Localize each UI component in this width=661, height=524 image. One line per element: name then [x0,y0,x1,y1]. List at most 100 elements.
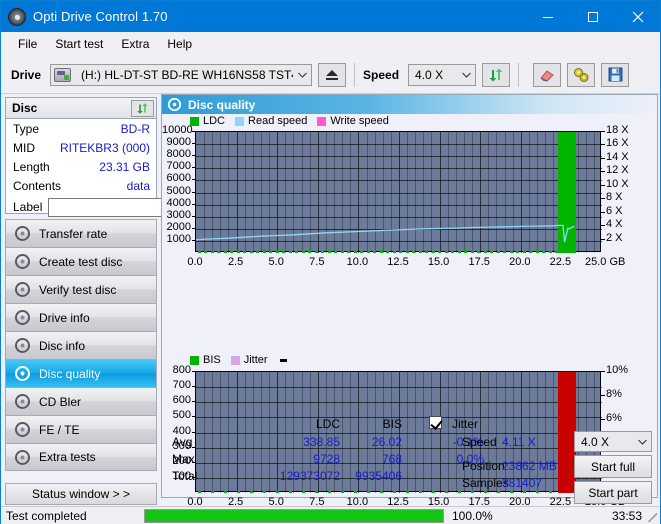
disc-row-key: Type [13,121,40,136]
disc-icon [167,97,182,112]
result-speed-select[interactable]: 4.0 X [574,431,652,452]
disc-icon [14,393,31,410]
stats-avg-bis: 26.02 [371,435,402,449]
x-axis-tick-label: 2.5 [227,256,244,268]
pane-header: Disc quality [162,95,657,114]
y2-axis-tick-label: 6 X [606,204,623,217]
drive-icon [54,67,72,82]
sidebar-item-create-test-disc[interactable]: Create test disc [5,247,157,275]
position-stat-label: Position [462,459,505,473]
statistics-panel: LDC BIS Jitter Avg 338.85 26.02 -0.1% Ma… [162,413,657,504]
sidebar-item-label: Transfer rate [39,226,108,241]
sidebar-item-drive-info[interactable]: Drive info [5,303,157,331]
sidebar-item-label: Drive info [39,310,90,325]
y2-axis-tick-label: 8 X [606,191,623,204]
status-bar: Test completed 100.0% 33:53 [1,506,660,524]
menu-extra[interactable]: Extra [112,34,158,54]
y2-axis-tick-label: 4 X [606,218,623,231]
speed-stat-label: Speed [462,435,497,449]
close-button[interactable] [615,1,660,32]
menu-bar: File Start test Extra Help [1,32,660,56]
disc-row-value: 23.31 GB [99,159,150,174]
x-axis-tick-label: 12.5 [387,256,409,268]
y-axis-tick-label: 4000 [166,196,191,209]
sidebar-item-label: Create test disc [39,254,123,269]
plot-area [195,131,602,253]
disc-label-key: Label [13,200,43,214]
stats-max-bis: 768 [381,452,402,466]
speed-stat-value: 4.11 X [502,435,536,449]
pane-title: Disc quality [188,97,256,112]
y-axis-tick-label: 9000 [166,136,191,149]
chevron-down-icon [293,65,311,85]
disc-icon [14,337,31,354]
sidebar-item-extra-tests[interactable]: Extra tests [5,443,157,471]
chevron-down-icon [633,432,651,452]
minimize-button[interactable] [525,1,570,32]
sidebar-item-disc-info[interactable]: Disc info [5,331,157,359]
chevron-down-icon [457,65,475,85]
title-bar: Opti Drive Control 1.70 [1,1,660,32]
start-part-button[interactable]: Start part [574,481,652,504]
refresh-button[interactable] [482,62,511,87]
app-window: Opti Drive Control 1.70 File Start test … [0,0,661,524]
resize-grip[interactable] [648,513,657,522]
disc-refresh-button[interactable] [131,99,154,117]
erase-button[interactable] [533,62,562,87]
save-button[interactable] [601,62,630,87]
x-axis-tick-label: 5.0 [268,256,284,268]
stats-col-bis: BIS [382,417,402,431]
status-message: Test completed [6,508,87,523]
disc-icon [14,421,31,438]
speed-label: Speed [363,67,400,82]
toolbar-separator-1 [354,62,356,87]
speed-select[interactable]: 4.0 X [408,63,477,86]
tools-button[interactable] [567,62,596,87]
y-axis-tick-label: 3000 [166,208,191,221]
eject-button[interactable] [318,62,347,87]
status-window-button[interactable]: Status window > > [5,483,157,505]
menu-help[interactable]: Help [158,34,201,54]
stats-total-bis: 9935406 [355,469,402,483]
stats-row-avg-label: Avg [172,435,193,449]
stats-row-max-label: Max [172,452,195,466]
y-axis-tick-label: 8000 [166,148,191,161]
toolbar-separator-2 [518,62,520,87]
legend-label-bis: BIS [203,354,221,366]
sidebar-item-verify-test-disc[interactable]: Verify test disc [5,275,157,303]
legend-swatch-read-speed [235,116,245,126]
legend-swatch-jitter [230,355,240,365]
disc-row-value: data [126,178,150,193]
y-axis-tick-label: 600 [172,394,191,407]
disc-row-key: Length [13,159,50,174]
disc-row-contents: Contents data [6,176,156,195]
jitter-checkbox[interactable] [429,416,442,429]
stats-max-ldc: 9728 [313,452,340,466]
sidebar-item-disc-quality[interactable]: Disc quality [5,359,157,387]
sidebar-item-label: FE / TE [39,422,80,437]
disc-icon [14,449,31,466]
drive-select-value: (H:) HL-DT-ST BD-RE WH16NS58 TST4 [81,67,294,82]
start-full-button[interactable]: Start full [574,455,652,478]
y2-axis-tick-label: 10% [606,364,629,376]
x-axis-tick-label: 0.0 [187,256,203,268]
progress-percent: 100.0% [452,508,493,523]
disc-panel-title: Disc [12,101,38,115]
legend-label-read-speed: Read speed [248,115,308,127]
x-axis-tick-label: 15.0 [427,256,450,268]
sidebar-item-fe-te[interactable]: FE / TE [5,415,157,443]
menu-file[interactable]: File [9,34,46,54]
menu-start-test[interactable]: Start test [46,34,112,54]
y-axis-tick-label: 1000 [166,232,191,245]
drive-select[interactable]: (H:) HL-DT-ST BD-RE WH16NS58 TST4 [50,63,313,86]
disc-row-mid: MID RITEKBR3 (000) [6,138,156,157]
disc-icon [14,253,31,270]
disc-row-length: Length 23.31 GB [6,157,156,176]
window-controls [525,1,660,32]
legend-label-write-speed: Write speed [330,115,389,127]
maximize-button[interactable] [570,1,615,32]
sidebar-item-transfer-rate[interactable]: Transfer rate [5,219,157,247]
sidebar-item-label: Disc info [39,338,86,353]
sidebar-item-cd-bler[interactable]: CD Bler [5,387,157,415]
x-axis-tick-label: 7.5 [309,256,325,268]
